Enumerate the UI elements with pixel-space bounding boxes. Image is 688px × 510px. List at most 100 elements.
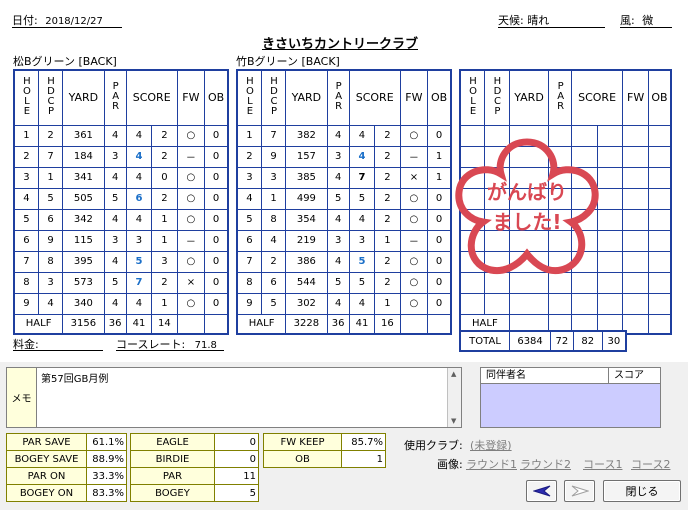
image-round1-link[interactable]: ラウンド1: [466, 456, 517, 472]
empty-cell: [459, 292, 486, 315]
par-value: 4: [103, 250, 127, 273]
stat-value: 88.9%: [86, 450, 127, 468]
extra-col-hole: HOLE: [459, 69, 486, 126]
putts-value: 2: [374, 166, 401, 189]
stat-row: EAGLE 0: [130, 433, 259, 451]
memo-text[interactable]: 第57回GB月例: [41, 370, 108, 385]
score-value: 4: [125, 145, 153, 168]
score-value: 3: [348, 229, 376, 252]
ob-value: 0: [204, 166, 229, 189]
yard-value: 385: [285, 166, 328, 189]
half-putts: 14: [151, 313, 178, 335]
date-field: 日付: 2018/12/27: [12, 12, 122, 28]
memo-scrollbar[interactable]: ▲ ▼: [447, 368, 461, 427]
image-round2-link[interactable]: ラウンド2: [520, 456, 571, 472]
scroll-up-icon[interactable]: ▲: [451, 370, 456, 378]
half-yard: 3156: [62, 313, 105, 335]
out-header-row: HOLE HDCP YARD PAR SCORE FW OB: [13, 69, 229, 126]
yard-value: 157: [285, 145, 328, 168]
stat-row: PAR SAVE 61.1%: [6, 433, 127, 451]
hdcp-value: 2: [37, 124, 64, 147]
stat-row: PAR ON 33.3%: [6, 467, 127, 485]
yard-value: 341: [62, 166, 105, 189]
in-scorecard-table: HOLE HDCP YARD PAR SCORE FW OB 1 7 382 4 4 2 ○ 0 2 9 157 3…: [236, 69, 452, 335]
extra-col-hdcp-label: HDCP: [491, 76, 503, 117]
image-course2-link[interactable]: コース2: [631, 456, 670, 472]
companion-name-header[interactable]: 同伴者名: [481, 368, 609, 383]
putts-value: 2: [374, 208, 401, 231]
table-row: [459, 292, 672, 315]
hdcp-value: 5: [260, 292, 287, 315]
putts-value: 2: [151, 124, 178, 147]
memo-label: メモ: [7, 368, 37, 427]
par-value: 5: [326, 187, 350, 210]
arrow-left-icon: [532, 485, 550, 497]
hole-number: 6: [13, 229, 39, 252]
hole-number: 9: [13, 292, 39, 315]
score-value: 4: [348, 124, 376, 147]
ob-value: 0: [204, 229, 229, 252]
stat-value: 33.3%: [86, 467, 127, 485]
yard-value: 342: [62, 208, 105, 231]
out-col-yard: YARD: [62, 69, 105, 126]
score-value: 4: [348, 208, 376, 231]
putts-value: 2: [151, 187, 178, 210]
ob-value: 0: [204, 124, 229, 147]
ob-value: 0: [204, 292, 229, 315]
stat-value: 11: [214, 467, 259, 485]
hole-number: 4: [236, 187, 262, 210]
hdcp-value: 6: [260, 271, 287, 294]
companion-score-header[interactable]: スコア: [609, 368, 660, 383]
yard-value: 361: [62, 124, 105, 147]
extra-col-par: PAR: [548, 69, 572, 126]
putts-value: 2: [374, 271, 401, 294]
empty-cell: [548, 292, 572, 315]
par-value: 4: [326, 208, 350, 231]
putts-value: 2: [151, 271, 178, 294]
image-course1-link[interactable]: コース1: [583, 456, 622, 472]
table-row: 6 9 115 3 3 1 － 0: [13, 229, 229, 252]
half-par: 36: [103, 313, 127, 335]
half-ob-empty: [427, 313, 452, 335]
table-row: 8 3 573 5 7 2 × 0: [13, 271, 229, 294]
ob-value: 0: [204, 250, 229, 273]
score-value: 5: [348, 250, 376, 273]
putts-value: 1: [374, 292, 401, 315]
scroll-down-icon[interactable]: ▼: [451, 417, 456, 425]
score-value: 5: [125, 250, 153, 273]
stat-row: BOGEY SAVE 88.9%: [6, 450, 127, 468]
putts-value: 1: [151, 292, 178, 315]
out-col-par: PAR: [103, 69, 127, 126]
club-link[interactable]: (未登録): [470, 437, 512, 453]
hole-number: 2: [236, 145, 262, 168]
yard-value: 386: [285, 250, 328, 273]
yard-value: 395: [62, 250, 105, 273]
empty-cell: [570, 292, 598, 315]
extra-col-ob: OB: [647, 69, 672, 126]
yard-value: 544: [285, 271, 328, 294]
par-value: 4: [326, 124, 350, 147]
in-col-yard: YARD: [285, 69, 328, 126]
empty-cell: [622, 271, 649, 294]
stat-label: FW KEEP: [263, 433, 342, 451]
in-half-row: HALF 3228 36 41 16: [236, 313, 452, 335]
yard-value: 354: [285, 208, 328, 231]
prev-button[interactable]: [526, 480, 557, 502]
hdcp-value: 5: [37, 187, 64, 210]
score-value: 4: [125, 208, 153, 231]
fairway-value: ○: [399, 271, 429, 294]
companion-list[interactable]: 同伴者名 スコア: [480, 367, 661, 428]
hole-number: 5: [236, 208, 262, 231]
stat-label: BIRDIE: [130, 450, 215, 468]
stat-value: 83.3%: [86, 484, 127, 502]
hole-number: 7: [13, 250, 39, 273]
empty-cell: [622, 208, 649, 231]
close-button[interactable]: 閉じる: [603, 480, 681, 502]
stat-label: PAR SAVE: [6, 433, 87, 451]
out-col-fw: FW: [176, 69, 206, 126]
stat-row: BOGEY ON 83.3%: [6, 484, 127, 502]
ob-value: 0: [204, 187, 229, 210]
hole-number: 8: [13, 271, 39, 294]
next-button[interactable]: [564, 480, 595, 502]
fairway-value: －: [399, 145, 429, 168]
